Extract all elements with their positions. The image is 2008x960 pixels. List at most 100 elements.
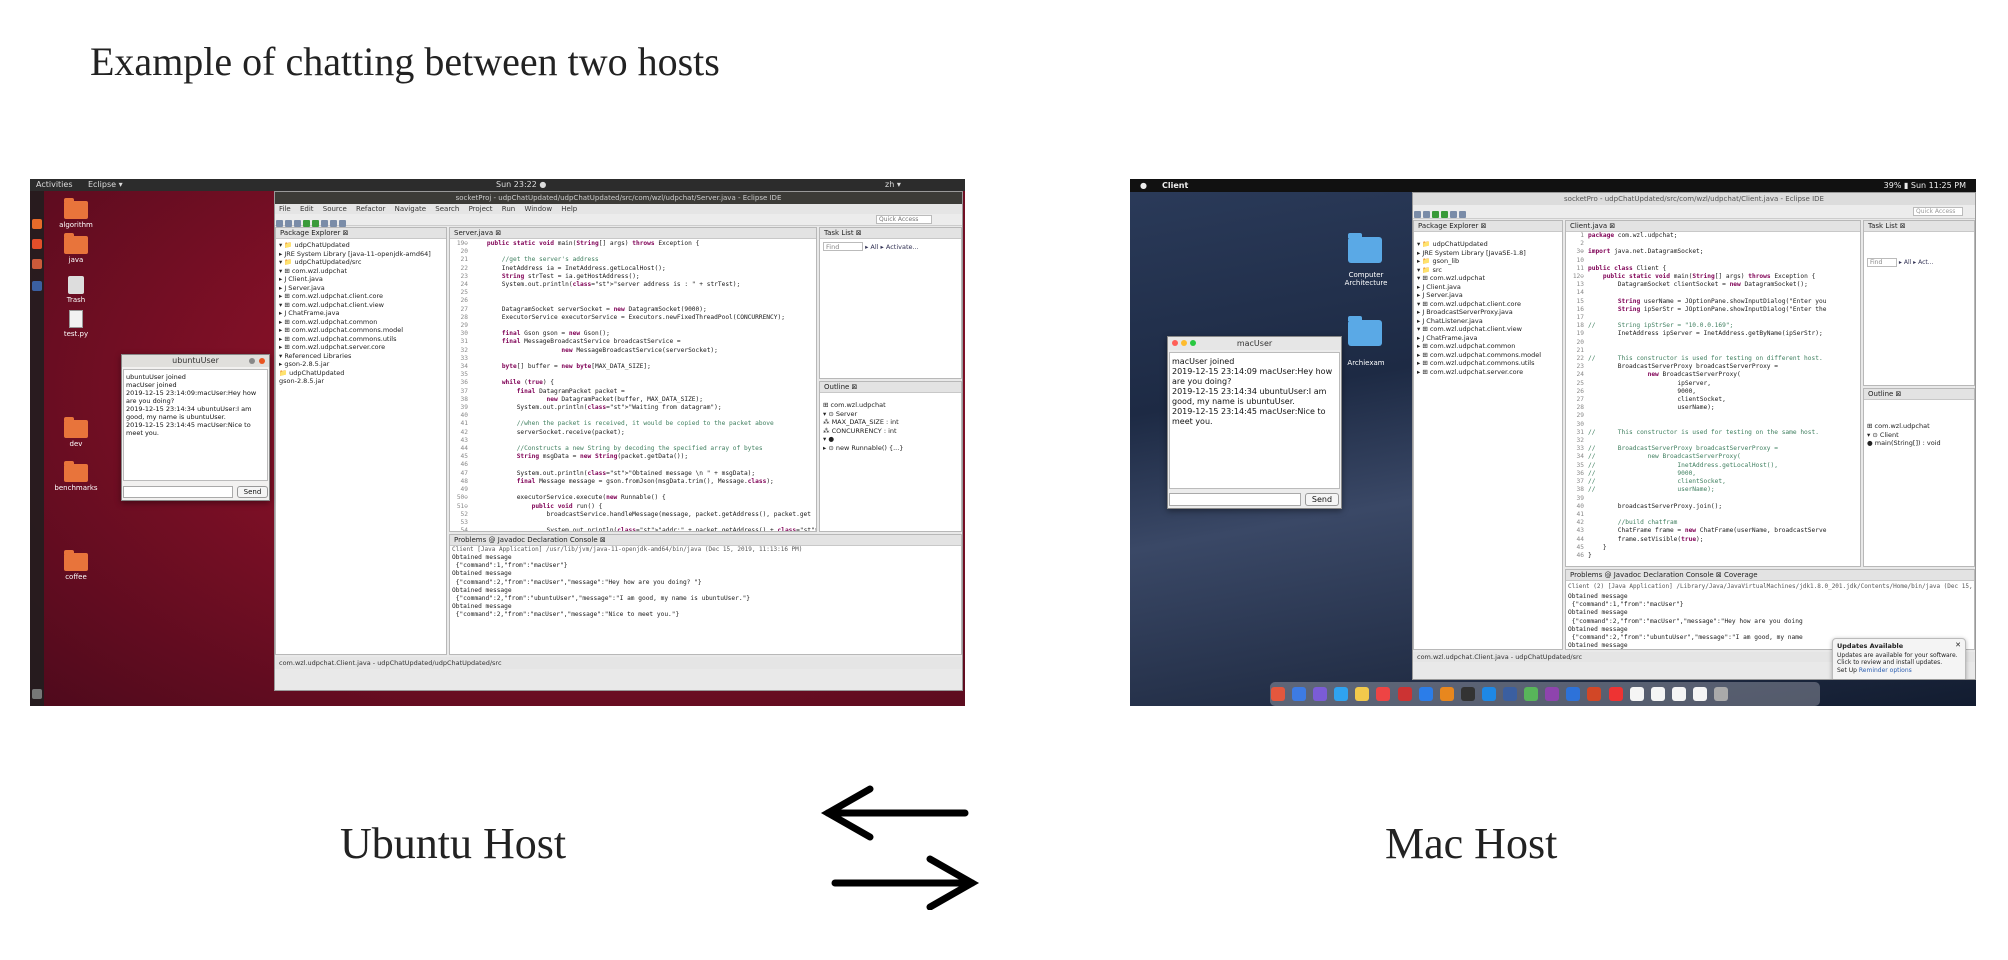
tree-item[interactable]: ▸ J ChatFrame.java bbox=[1417, 334, 1559, 343]
print-icon[interactable] bbox=[294, 220, 301, 227]
menu-project[interactable]: Project bbox=[469, 205, 493, 213]
minimize-icon[interactable] bbox=[1181, 340, 1187, 346]
app-icon[interactable] bbox=[1545, 687, 1560, 701]
tree-item[interactable]: ● main(String[]) : void bbox=[1867, 439, 1971, 448]
menubar-status[interactable]: 39% ▮ Sun 11:25 PM bbox=[1884, 179, 1966, 192]
apple-icon[interactable]: ● bbox=[1140, 179, 1147, 192]
tab-task-list[interactable]: Task List ⊠ bbox=[820, 228, 961, 239]
trash-icon[interactable] bbox=[1713, 687, 1728, 701]
eclipse-icon[interactable] bbox=[32, 281, 42, 291]
folder-icon[interactable] bbox=[1348, 233, 1382, 263]
tree-item[interactable]: ▸ J ChatListener.java bbox=[1417, 317, 1559, 326]
menu-run[interactable]: Run bbox=[502, 205, 515, 213]
new-icon[interactable] bbox=[276, 220, 283, 227]
tree-item[interactable]: ▸ J ChatFrame.java bbox=[279, 309, 443, 318]
tree-item[interactable]: ▸ J BroadcastServerProxy.java bbox=[1417, 308, 1559, 317]
firefox-icon[interactable] bbox=[32, 219, 42, 229]
word-icon[interactable] bbox=[1566, 687, 1581, 701]
tree-item[interactable]: gson-2.8.5.jar bbox=[279, 377, 443, 386]
tree-item[interactable]: ▸ ⊞ com.wzl.udpchat.commons.model bbox=[279, 326, 443, 335]
tree-item[interactable]: ▸ 📁 gson_lib bbox=[1417, 257, 1559, 266]
help-icon[interactable] bbox=[32, 259, 42, 269]
acrobat-icon[interactable] bbox=[1608, 687, 1623, 701]
tree-item[interactable]: ▸ ⊞ com.wzl.udpchat.common bbox=[279, 318, 443, 327]
tree-item[interactable]: ▾ ⊙ Client bbox=[1867, 431, 1971, 440]
close-icon[interactable] bbox=[1172, 340, 1178, 346]
tree-item[interactable]: ▸ ⊞ com.wzl.udpchat.server.core bbox=[1417, 368, 1559, 377]
tree-item[interactable]: ▾ ⊞ com.wzl.udpchat.client.view bbox=[279, 301, 443, 310]
quick-access-input[interactable]: Quick Access bbox=[1913, 207, 1963, 216]
tree-item[interactable]: ▸ J Client.java bbox=[279, 275, 443, 284]
app-icon[interactable] bbox=[1418, 687, 1433, 701]
apps-grid-icon[interactable] bbox=[32, 689, 42, 699]
safari-icon[interactable] bbox=[1334, 687, 1349, 701]
tab-package-explorer[interactable]: Package Explorer ⊠ bbox=[1414, 221, 1562, 232]
activate-link[interactable]: ▸ Activate... bbox=[881, 243, 919, 251]
save-icon[interactable] bbox=[285, 220, 292, 227]
send-button[interactable]: Send bbox=[1305, 493, 1339, 506]
vscode-icon[interactable] bbox=[1481, 687, 1496, 701]
console-tabs[interactable]: Problems @ Javadoc Declaration Console ⊠… bbox=[1566, 570, 1974, 581]
app-icon[interactable] bbox=[1397, 687, 1412, 701]
close-icon[interactable] bbox=[259, 358, 265, 364]
menu-help[interactable]: Help bbox=[561, 205, 577, 213]
folder-icon[interactable] bbox=[64, 233, 88, 254]
document-icon[interactable] bbox=[1650, 687, 1665, 701]
tree-item[interactable]: ⁂ CONCURRENCY : int bbox=[823, 427, 958, 436]
updates-notification[interactable]: Updates Available Updates are available … bbox=[1832, 638, 1966, 679]
message-input[interactable] bbox=[123, 486, 233, 498]
search-icon[interactable] bbox=[321, 220, 328, 227]
tree-item[interactable]: ▸ ⊞ com.wzl.udpchat.commons.model bbox=[1417, 351, 1559, 360]
console-tabs[interactable]: Problems @ Javadoc Declaration Console ⊠ bbox=[450, 535, 961, 546]
powerpoint-icon[interactable] bbox=[1587, 687, 1602, 701]
input-method[interactable]: zh ▾ bbox=[885, 179, 901, 191]
finder-icon[interactable] bbox=[1292, 687, 1307, 701]
tree-item[interactable]: ▾ Referenced Libraries bbox=[279, 352, 443, 361]
run-icon[interactable] bbox=[303, 220, 310, 227]
menu-edit[interactable]: Edit bbox=[300, 205, 314, 213]
document-icon[interactable] bbox=[1629, 687, 1644, 701]
new-icon[interactable] bbox=[1414, 211, 1421, 218]
tree-item[interactable]: ▸ gson-2.8.5.jar bbox=[279, 360, 443, 369]
software-icon[interactable] bbox=[32, 239, 42, 249]
tree-item[interactable]: ⊞ com.wzl.udpchat bbox=[1867, 422, 1971, 431]
eclipse-icon[interactable] bbox=[1503, 687, 1518, 701]
nav-back-icon[interactable] bbox=[330, 220, 337, 227]
find-input[interactable]: Find bbox=[823, 242, 863, 251]
tab-task-list[interactable]: Task List ⊠ bbox=[1864, 221, 1974, 232]
trash-icon[interactable] bbox=[68, 276, 84, 294]
debug-icon[interactable] bbox=[312, 220, 319, 227]
wechat-icon[interactable] bbox=[1524, 687, 1539, 701]
tree-item[interactable]: ▸ ⊞ com.wzl.udpchat.commons.utils bbox=[1417, 359, 1559, 368]
tree-item[interactable]: ▸ ⊞ com.wzl.udpchat.client.core bbox=[279, 292, 443, 301]
tab-outline[interactable]: Outline ⊠ bbox=[820, 382, 961, 393]
tree-item[interactable]: ▸ J Server.java bbox=[1417, 291, 1559, 300]
maximize-icon[interactable] bbox=[1190, 340, 1196, 346]
tree-item[interactable]: ▸ J Server.java bbox=[279, 284, 443, 293]
tree-item[interactable]: ▸ JRE System Library [java-11-openjdk-am… bbox=[279, 250, 443, 259]
tab-outline[interactable]: Outline ⊠ bbox=[1864, 389, 1974, 400]
terminal-icon[interactable] bbox=[1460, 687, 1475, 701]
quick-access-input[interactable]: Quick Access bbox=[876, 215, 932, 224]
tree-item[interactable]: ▾ 📁 udpChatUpdated bbox=[1417, 240, 1559, 249]
all-link[interactable]: ▸ All bbox=[865, 243, 878, 251]
tree-item[interactable]: ▾ ⊞ com.wzl.udpchat bbox=[279, 267, 443, 276]
tree-item[interactable]: ▾ ⊞ com.wzl.udpchat bbox=[1417, 274, 1559, 283]
notes-icon[interactable] bbox=[1355, 687, 1370, 701]
tree-item[interactable]: ▸ ⊞ com.wzl.udpchat.commons.utils bbox=[279, 335, 443, 344]
tree-item[interactable]: ▸ J Client.java bbox=[1417, 283, 1559, 292]
tree-item[interactable]: ▾ ⊞ com.wzl.udpchat.client.core bbox=[1417, 300, 1559, 309]
folder-icon[interactable] bbox=[64, 198, 88, 219]
tab-package-explorer[interactable]: Package Explorer ⊠ bbox=[276, 228, 446, 239]
tree-item[interactable]: ▾ 📁 udpChatUpdated bbox=[279, 241, 443, 250]
send-button[interactable]: Send bbox=[237, 486, 268, 498]
tree-item[interactable]: ▸ ⊞ com.wzl.udpchat.common bbox=[1417, 342, 1559, 351]
message-input[interactable] bbox=[1169, 493, 1301, 506]
tree-item[interactable]: ▸ ⊞ com.wzl.udpchat.server.core bbox=[279, 343, 443, 352]
setup-button[interactable]: Set Up bbox=[1837, 667, 1857, 674]
folder-icon[interactable] bbox=[64, 461, 88, 482]
nav-back-icon[interactable] bbox=[1459, 211, 1466, 218]
tree-item[interactable]: ▾ ● bbox=[823, 435, 958, 444]
tree-item[interactable]: ▸ JRE System Library [JavaSE-1.8] bbox=[1417, 249, 1559, 258]
menu-window[interactable]: Window bbox=[524, 205, 552, 213]
